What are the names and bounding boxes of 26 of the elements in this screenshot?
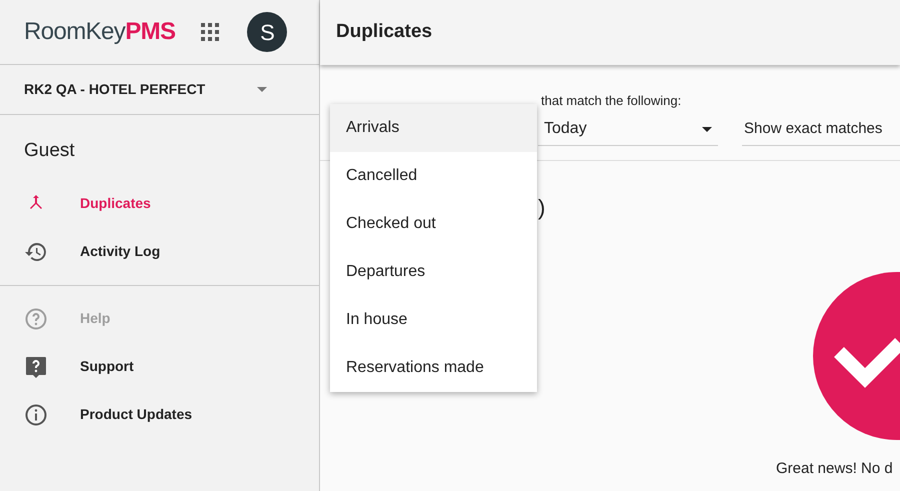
section-heading: Guest <box>24 139 75 163</box>
help-icon <box>24 306 48 330</box>
menu-option[interactable]: Departures <box>330 248 537 296</box>
info-icon <box>24 402 48 426</box>
filter-label: that match the following: <box>541 92 682 110</box>
caret-icon <box>257 87 267 92</box>
sidebar-item[interactable]: Duplicates <box>0 180 319 228</box>
user-avatar[interactable]: S <box>247 12 288 52</box>
brand-logo: RoomKeyPMS <box>24 17 176 47</box>
menu-option[interactable]: Reservations made <box>330 344 537 392</box>
menu-option[interactable]: Arrivals <box>330 104 537 152</box>
caret-icon <box>702 126 712 132</box>
support-bubble-icon <box>24 354 48 378</box>
match-select[interactable]: Show exact matches <box>742 113 900 146</box>
date-select[interactable]: Today <box>538 113 718 146</box>
property-select[interactable]: RK2 QA - HOTEL PERFECT <box>0 65 319 115</box>
menu-option[interactable]: In house <box>330 296 537 344</box>
sidebar-item[interactable]: Support <box>0 342 319 390</box>
sidebar-item[interactable]: Product Updates <box>0 390 319 438</box>
empty-state-message: Great news! No d <box>776 459 893 479</box>
results-heading: ) <box>538 194 546 222</box>
apps-grid-icon[interactable] <box>201 23 220 41</box>
menu-option[interactable]: Checked out <box>330 200 537 248</box>
sidebar-item[interactable]: Activity Log <box>0 228 319 276</box>
menu-option[interactable]: Cancelled <box>330 152 537 200</box>
page-title: Duplicates <box>336 20 432 44</box>
